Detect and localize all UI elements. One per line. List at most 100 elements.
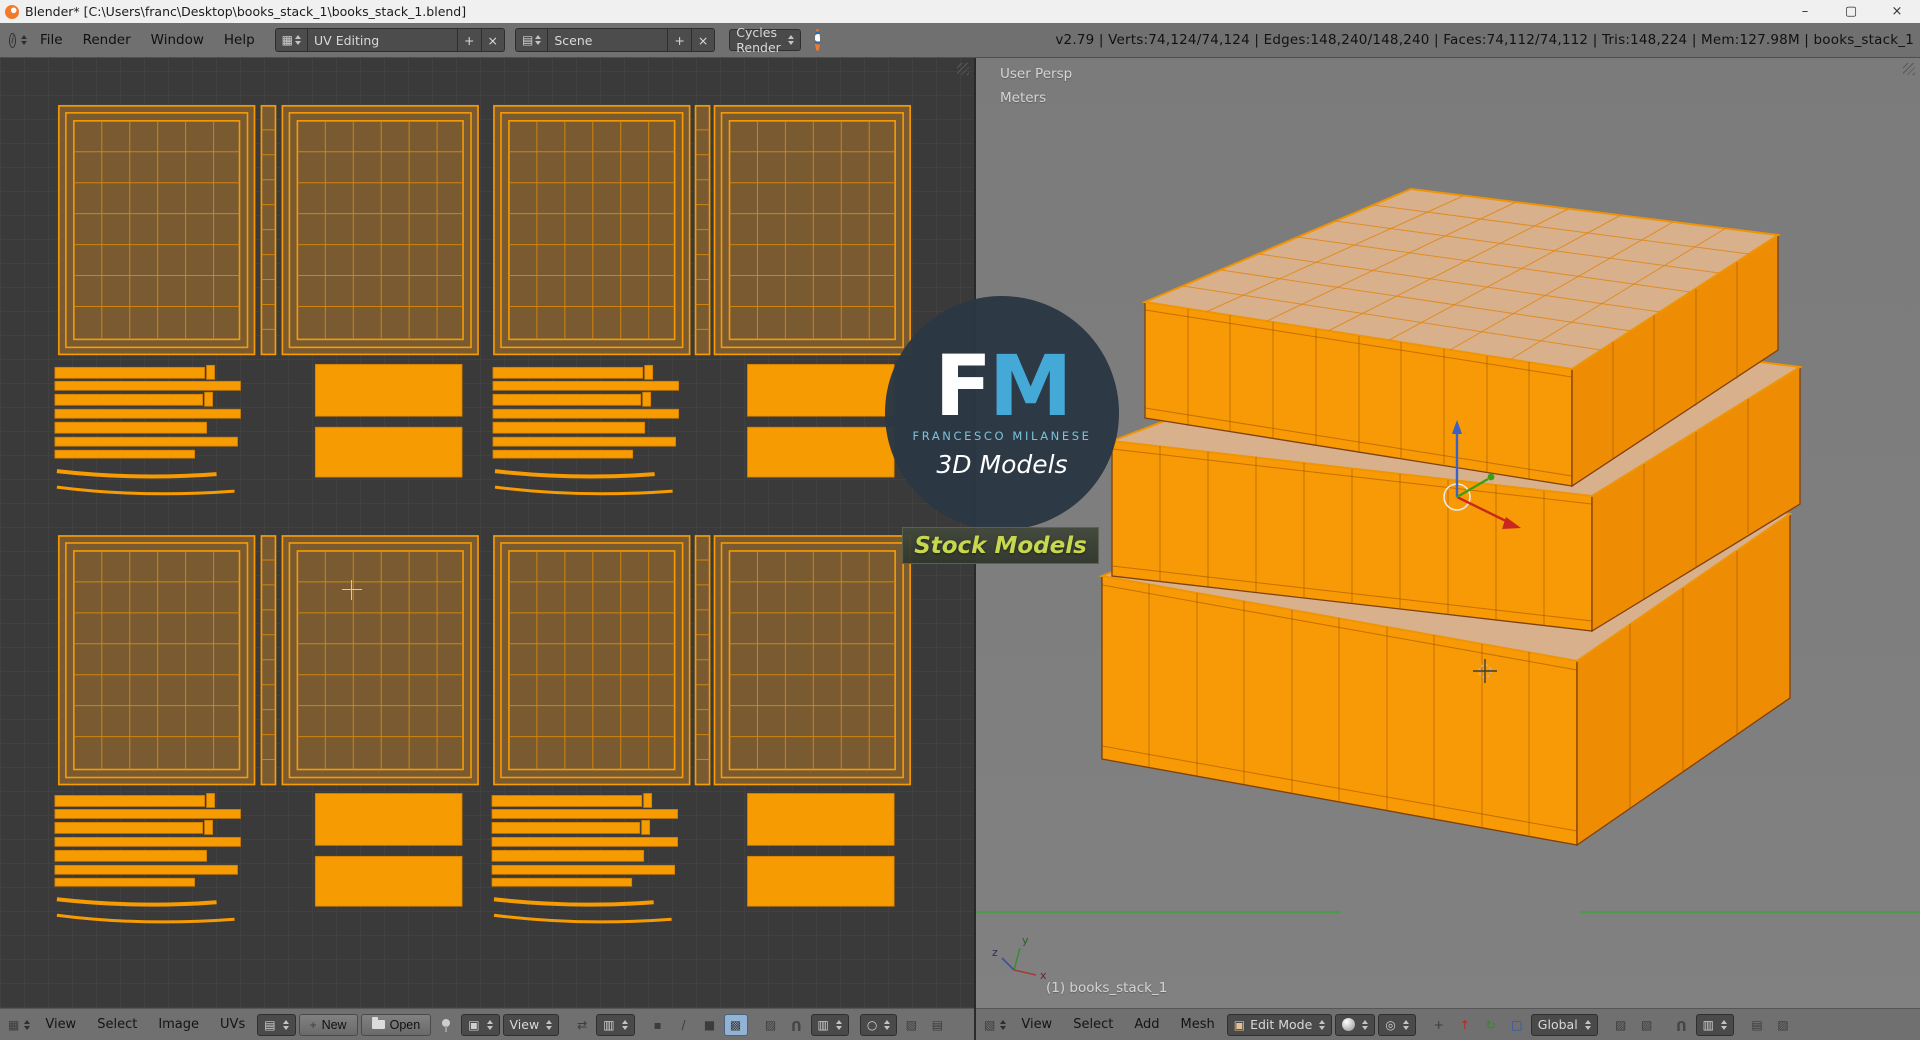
scene-add-button[interactable]: +: [668, 28, 692, 52]
spinner-icon: [1362, 1019, 1369, 1030]
uv-menu-view[interactable]: View: [36, 1009, 85, 1040]
uv-sync-selection-toggle[interactable]: ⇄: [570, 1014, 594, 1036]
toggle-icon: ▤: [931, 1017, 944, 1032]
uv-menu-select[interactable]: Select: [88, 1009, 146, 1040]
maximize-button[interactable]: ▢: [1828, 0, 1874, 23]
manipulator-rotate[interactable]: ↻: [1479, 1014, 1503, 1036]
menu-help[interactable]: Help: [214, 23, 265, 58]
sticky-selection-combo[interactable]: ▥: [596, 1013, 635, 1036]
scene-browse[interactable]: ▤: [514, 28, 549, 52]
pivot-point-combo[interactable]: ◎: [1378, 1013, 1416, 1036]
spinner-icon: [1721, 1019, 1728, 1030]
svg-text:z: z: [992, 946, 998, 959]
spinner-icon: [1402, 1019, 1409, 1030]
snap-toggle-button[interactable]: U: [785, 1014, 809, 1036]
render-engine-value: Cycles Render: [736, 25, 781, 55]
svg-text:y: y: [1022, 934, 1029, 947]
uv-toggle-b[interactable]: ▤: [925, 1014, 949, 1036]
editor-type-button-info[interactable]: i: [6, 29, 30, 51]
menu-file[interactable]: File: [30, 23, 73, 58]
display-channels-combo[interactable]: ▣: [461, 1013, 500, 1036]
pin-toggle-button[interactable]: [434, 1014, 458, 1036]
menu-window[interactable]: Window: [141, 23, 214, 58]
sticky-icon: ▥: [603, 1017, 615, 1032]
uv-editor-icon: ▦: [8, 1017, 20, 1032]
watermark-fm: FM: [935, 344, 1073, 428]
viewport-canvas[interactable]: x y z: [976, 58, 1920, 1008]
minimize-button[interactable]: –: [1782, 0, 1828, 23]
manipulator-translate[interactable]: ↑: [1453, 1014, 1477, 1036]
layers-button[interactable]: ▨: [1609, 1014, 1633, 1036]
magnet-icon: U: [1676, 1017, 1687, 1032]
snap-element-combo[interactable]: ▥: [1695, 1013, 1735, 1036]
screen-layout-add-button[interactable]: +: [458, 28, 482, 52]
vp-menu-add[interactable]: Add: [1125, 1009, 1168, 1040]
mode-combo[interactable]: ▣ Edit Mode: [1226, 1013, 1333, 1036]
image-browse-combo[interactable]: ▤: [257, 1013, 296, 1036]
spinner-icon: [21, 35, 27, 45]
snap-element-icon: ▥: [817, 1017, 829, 1032]
island-mode-icon: ▩: [729, 1017, 742, 1032]
pivot-icon: ◎: [1385, 1017, 1396, 1032]
uv-select-mode-vertex[interactable]: ▪: [646, 1014, 670, 1036]
close-button[interactable]: ×: [1874, 0, 1920, 23]
opengl-render-anim-button[interactable]: ▨: [1771, 1014, 1795, 1036]
viewport-shading-combo[interactable]: [1335, 1013, 1376, 1036]
uv-select-mode-face[interactable]: ■: [698, 1014, 722, 1036]
region-resize-grip[interactable]: [1903, 63, 1915, 75]
uv-image-editor: ▦ View Select Image UVs ▤ + New Open ▣ V…: [0, 58, 976, 1040]
uv-editor-header: ▦ View Select Image UVs ▤ + New Open ▣ V…: [0, 1008, 974, 1040]
spinner-icon: [621, 1019, 628, 1030]
magnet-icon: U: [791, 1017, 802, 1032]
uv-menu-image[interactable]: Image: [149, 1009, 208, 1040]
view-combo[interactable]: View: [502, 1013, 560, 1036]
blender-window: Blender* [C:\Users\franc\Desktop\books_s…: [0, 0, 1920, 1040]
menu-render[interactable]: Render: [73, 23, 141, 58]
manipulator-scale[interactable]: □: [1505, 1014, 1529, 1036]
screen-layout-name[interactable]: UV Editing: [308, 28, 459, 52]
region-resize-grip[interactable]: [957, 63, 969, 75]
screen-layout-close-button[interactable]: ×: [481, 28, 505, 52]
proportional-edit-combo[interactable]: ○: [859, 1013, 898, 1036]
render-engine-combo[interactable]: Cycles Render: [729, 25, 801, 55]
new-image-button[interactable]: + New: [298, 1013, 358, 1036]
uv-toggle-a[interactable]: ▧: [899, 1014, 923, 1036]
editor-type-button-3d[interactable]: ▧: [981, 1014, 1009, 1036]
vp-menu-mesh[interactable]: Mesh: [1171, 1009, 1223, 1040]
titlebar: Blender* [C:\Users\franc\Desktop\books_s…: [0, 0, 1920, 23]
watermark-f: F: [934, 337, 992, 436]
uv-select-mode-island[interactable]: ▩: [723, 1013, 748, 1036]
scene-statistics: v2.79 | Verts:74,124/74,124 | Edges:148,…: [1055, 32, 1914, 48]
uv-select-mode-edge[interactable]: /: [672, 1014, 696, 1036]
layers-icon: ▨: [1615, 1017, 1627, 1032]
uv-menu-uvs[interactable]: UVs: [211, 1009, 254, 1040]
screen-layout-browse[interactable]: ▦: [274, 28, 309, 52]
watermark-badge: Stock Models: [902, 527, 1099, 564]
mini-axis-gizmo: x y z: [992, 934, 1047, 982]
uv-other-toggle[interactable]: ▨: [759, 1014, 783, 1036]
snap-element-icon: ▥: [1702, 1017, 1715, 1032]
uv-canvas[interactable]: [0, 58, 974, 1008]
snap-element-combo[interactable]: ▥: [810, 1013, 849, 1036]
view-combo-value: View: [509, 1017, 540, 1032]
open-image-button[interactable]: Open: [360, 1013, 432, 1036]
plus-icon: +: [309, 1017, 317, 1032]
editor-type-button-uv[interactable]: ▦: [5, 1014, 33, 1036]
scene-name[interactable]: Scene: [548, 28, 669, 52]
vp-menu-select[interactable]: Select: [1064, 1009, 1122, 1040]
spinner-icon: [1000, 1019, 1007, 1030]
shading-sphere-icon: [1342, 1018, 1356, 1031]
opengl-render-image-button[interactable]: ▤: [1745, 1014, 1769, 1036]
mode-combo-value: Edit Mode: [1250, 1017, 1313, 1032]
manipulator-toggle[interactable]: +: [1427, 1014, 1451, 1036]
toggle-icon: ▧: [905, 1017, 918, 1032]
scene-close-button[interactable]: ×: [691, 28, 716, 52]
lock-to-scene-toggle[interactable]: ▧: [1635, 1014, 1659, 1036]
folder-icon: [371, 1017, 385, 1029]
info-icon: i: [9, 32, 16, 48]
vp-menu-view[interactable]: View: [1012, 1009, 1061, 1040]
snap-toggle-button[interactable]: U: [1670, 1014, 1694, 1036]
transform-orientation-combo[interactable]: Global: [1530, 1013, 1598, 1036]
spinner-icon: [1319, 1019, 1326, 1030]
spinner-icon: [787, 35, 794, 45]
